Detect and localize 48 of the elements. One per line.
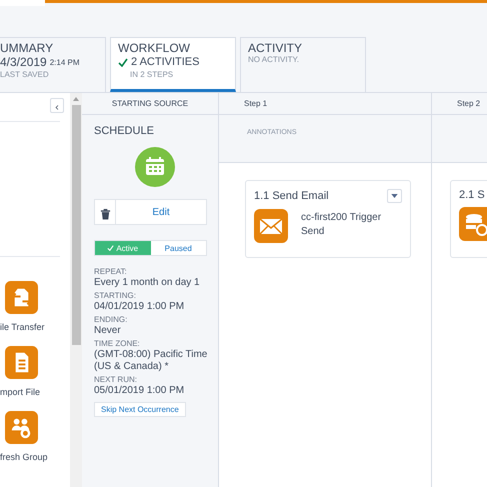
tab-subtitle: LAST SAVED — [0, 70, 50, 80]
status-toggle-option[interactable]: Paused — [150, 241, 206, 255]
caret-down-icon — [391, 194, 398, 198]
activity-title: 1.1 Send Email — [254, 190, 329, 202]
tab[interactable]: ACTIVITY NO ACTIVITY. — [240, 37, 366, 92]
tab-subtitle: NO ACTIVITY. — [248, 55, 300, 65]
tab-title: UMMARY — [0, 41, 54, 55]
activity-label: ile Transfer — [0, 322, 45, 332]
scroll-up-arrow-icon — [73, 96, 79, 101]
tab[interactable]: UMMARY 4/3/2019 2:14 PM LAST SAVED — [0, 37, 106, 92]
step-header: Step 1 — [244, 99, 268, 108]
field-value: (GMT-08:00) Pacific Time (US & Canada) * — [94, 349, 208, 373]
field-label: STARTING: — [94, 291, 137, 301]
activity-title: 2.1 S — [459, 189, 485, 201]
document-icon — [5, 346, 38, 379]
dropdown-button[interactable] — [387, 189, 402, 203]
chevron-left-icon — [54, 104, 60, 110]
field-value: 04/01/2019 1:00 PM — [94, 301, 186, 313]
field-value: Every 1 month on day 1 — [94, 277, 201, 289]
scrollbar-thumb[interactable] — [72, 105, 80, 345]
field-label: TIME ZONE: — [94, 339, 141, 349]
field-label: ENDING: — [94, 315, 128, 325]
schedule-title: SCHEDULE — [94, 125, 155, 137]
column-header: STARTING SOURCE — [112, 99, 188, 108]
activity-label: mport File — [0, 387, 40, 397]
database-search-icon — [459, 207, 487, 241]
field-label: NEXT RUN: — [94, 375, 138, 385]
step-header: Step 2 — [457, 99, 480, 108]
skip-button[interactable]: Skip Next Occurrence — [94, 402, 186, 417]
trash-icon — [100, 208, 110, 220]
field-value: Never — [94, 325, 122, 337]
calendar-icon — [134, 147, 174, 187]
field-value: 05/01/2019 1:00 PM — [94, 385, 186, 397]
activity-card[interactable]: 1.1 Send Email cc-first200 Trigger Send — [245, 180, 411, 258]
envelope-icon — [254, 209, 288, 243]
activity-count: 2 ACTIVITIES — [131, 55, 200, 70]
saved-date: 4/3/2019 — [0, 55, 47, 70]
field-label: REPEAT: — [94, 267, 128, 277]
tab-title: WORKFLOW — [118, 41, 191, 55]
people-icon — [5, 411, 38, 444]
tab[interactable]: WORKFLOW 2 ACTIVITIES IN 2 STEPS — [110, 37, 236, 92]
activity-label: fresh Group — [0, 452, 48, 462]
tab-title: ACTIVITY — [248, 41, 304, 55]
saved-time: 2:14 PM — [50, 57, 80, 69]
activity-card[interactable]: 2.1 S — [450, 180, 487, 258]
activity-name: cc-first200 Trigger Send — [301, 211, 382, 239]
tab-subtitle: IN 2 STEPS — [129, 70, 174, 80]
check-icon — [107, 245, 114, 251]
